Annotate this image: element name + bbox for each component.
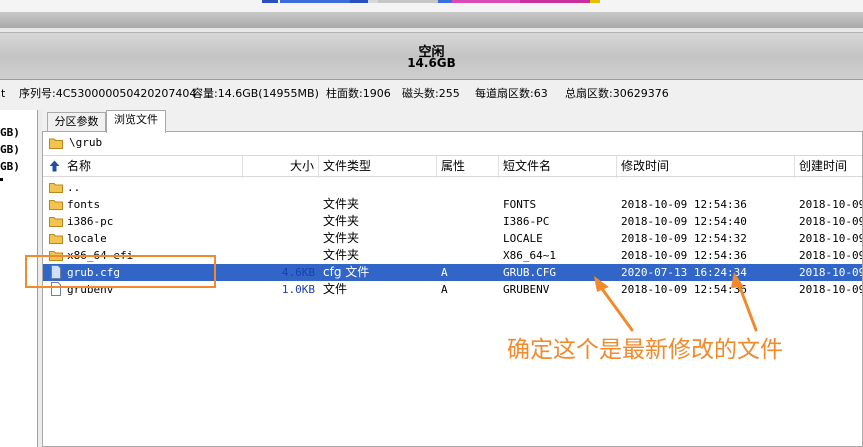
- info-prefix: t: [1, 87, 6, 100]
- folder-icon: [49, 200, 63, 210]
- cell-short: [503, 179, 617, 196]
- folder-icon: [49, 217, 63, 227]
- info-capacity: 容量:14.6GB(14955MB): [192, 87, 319, 100]
- column-modified[interactable]: 修改时间: [617, 156, 795, 178]
- cell-size: [243, 247, 315, 264]
- column-attr[interactable]: 属性: [437, 156, 499, 178]
- disk-info-bar: t 序列号:4C530000050420207404 容量:14.6GB(149…: [0, 84, 863, 104]
- cell-type: [323, 179, 437, 196]
- cell-size: [243, 179, 315, 196]
- cell-name: ..: [67, 181, 81, 194]
- info-heads: 磁头数:255: [402, 87, 460, 100]
- cell-created: 2018-10-09: [799, 232, 862, 245]
- path-bar: \grub: [47, 135, 860, 153]
- cell-short: LOCALE: [503, 232, 543, 245]
- cell-attr: [441, 213, 499, 230]
- folder-icon: [49, 183, 63, 193]
- folder-icon: [49, 234, 63, 244]
- cell-attr: [441, 230, 499, 247]
- free-space-block[interactable]: 空闲 14.6GB: [0, 32, 863, 80]
- cell-type: 文件夹: [323, 214, 360, 228]
- cell-attr: A: [441, 283, 448, 296]
- cell-modified: 2018-10-09 12:54:36: [621, 283, 747, 296]
- column-short-name[interactable]: 短文件名: [499, 156, 617, 178]
- cell-modified: 2018-10-09 12:54:36: [621, 198, 747, 211]
- cell-name: fonts: [67, 198, 101, 211]
- file-list-header: 名称 大小 文件类型 属性 短文件名 修改时间 创建时间: [43, 155, 862, 178]
- column-created[interactable]: 创建时间: [795, 156, 862, 178]
- cell-created: 2018-10-09: [799, 266, 862, 279]
- column-size[interactable]: 大小: [243, 156, 319, 178]
- tree-marker: [0, 178, 3, 181]
- cell-size: [243, 213, 315, 230]
- current-path: \grub: [69, 136, 103, 149]
- cell-type: 文件夹: [323, 248, 360, 262]
- cell-type: cfg 文件: [323, 265, 370, 279]
- info-cylinders: 柱面数:1906: [326, 87, 391, 100]
- file-row[interactable]: locale 文件夹 LOCALE 2018-10-09 12:54:32 2018-1…: [43, 230, 862, 247]
- column-name[interactable]: 名称: [43, 156, 243, 178]
- tab-bar: 分区参数 浏览文件: [42, 110, 863, 133]
- cell-created: 2018-10-09: [799, 215, 862, 228]
- column-type[interactable]: 文件类型: [319, 156, 437, 178]
- highlight-box: [25, 255, 216, 288]
- disk-map-strip: [0, 0, 863, 12]
- info-total-sectors: 总扇区数:30629376: [565, 87, 669, 100]
- tab-browse-files[interactable]: 浏览文件: [106, 110, 166, 133]
- cell-modified: 2018-10-09 12:54:40: [621, 215, 747, 228]
- cell-size: [243, 230, 315, 247]
- cell-size: 4.6KB: [281, 266, 315, 279]
- cell-attr: [441, 179, 499, 196]
- cell-attr: [441, 247, 499, 264]
- cell-short: I386-PC: [503, 215, 550, 228]
- file-browser: \grub 名称 大小 文件类型 属性 短文件名 修改时间 创建时间 .. fon…: [42, 131, 863, 447]
- tree-item[interactable]: GB): [0, 126, 20, 139]
- cell-type: 文件夹: [323, 197, 360, 211]
- cell-short: GRUBENV: [503, 283, 550, 296]
- partition-tool-window: { "disk": { "label": "空闲", "size": "14.6…: [0, 0, 863, 447]
- cell-type: 文件: [323, 282, 348, 296]
- cell-modified: 2018-10-09 12:54:36: [621, 249, 747, 262]
- cell-modified: 2020-07-13 16:24:34: [621, 266, 747, 279]
- cell-size: [243, 196, 315, 213]
- file-row[interactable]: i386-pc 文件夹 I386-PC 2018-10-09 12:54:40 2018…: [43, 213, 862, 230]
- file-row[interactable]: fonts 文件夹 FONTS 2018-10-09 12:54:36 2018-10-…: [43, 196, 862, 213]
- info-serial: 序列号:4C530000050420207404: [19, 87, 197, 100]
- tree-item[interactable]: GB): [0, 160, 20, 173]
- cell-name: locale: [67, 232, 107, 245]
- column-name-label: 名称: [67, 159, 92, 173]
- cell-created: 2018-10-09: [799, 249, 862, 262]
- cell-short: FONTS: [503, 198, 537, 211]
- up-arrow-icon[interactable]: [49, 160, 60, 172]
- file-row[interactable]: ..: [43, 179, 862, 196]
- cell-modified: [621, 179, 795, 196]
- tab-partition-params[interactable]: 分区参数: [47, 112, 106, 132]
- cell-created: 2018-10-09: [799, 283, 862, 296]
- cell-attr: [441, 196, 499, 213]
- cell-type: 文件夹: [323, 231, 360, 245]
- folder-icon: [49, 138, 63, 149]
- cell-modified: 2018-10-09 12:54:32: [621, 232, 747, 245]
- cell-short: GRUB.CFG: [503, 266, 556, 279]
- tree-item[interactable]: GB): [0, 143, 20, 156]
- cell-created: [799, 179, 862, 196]
- cell-short: X86_64~1: [503, 249, 556, 262]
- disk-map-band: [0, 12, 863, 28]
- cell-attr: A: [441, 266, 448, 279]
- free-space-size: 14.6GB: [407, 56, 456, 70]
- cell-name: i386-pc: [67, 215, 114, 228]
- annotation-text: 确定这个是最新修改的文件: [507, 337, 783, 363]
- cell-size: 1.0KB: [281, 283, 315, 296]
- cell-created: 2018-10-09: [799, 198, 862, 211]
- info-sectors-per-track: 每道扇区数:63: [475, 87, 548, 100]
